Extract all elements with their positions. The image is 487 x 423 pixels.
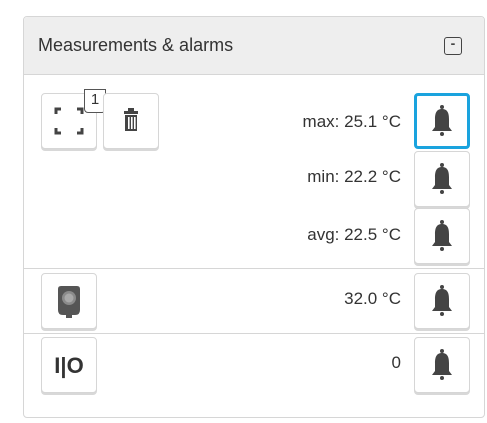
avg-alarm-button[interactable] <box>414 208 470 264</box>
collapse-button[interactable]: - <box>444 36 462 55</box>
sensor-button[interactable] <box>41 273 97 329</box>
bell-icon <box>432 349 452 380</box>
max-alarm-button[interactable] <box>414 93 470 149</box>
measurements-panel: Measurements & alarms - 1 max: 25.1 °C m… <box>23 16 485 418</box>
divider <box>24 333 484 334</box>
sensor-device-icon <box>58 286 80 318</box>
sensor-value: 32.0 °C <box>344 289 401 308</box>
min-value: min: 22.2 °C <box>307 167 401 186</box>
bell-icon <box>432 105 452 136</box>
panel-title: Measurements & alarms <box>38 35 234 55</box>
max-value: max: 25.1 °C <box>302 112 401 131</box>
panel-header: Measurements & alarms - <box>24 17 484 75</box>
digital-value: 0 <box>391 353 401 372</box>
bell-icon <box>432 220 452 251</box>
min-alarm-button[interactable] <box>414 151 470 207</box>
digital-io-button[interactable]: I|O <box>41 337 97 393</box>
divider <box>24 268 484 269</box>
bell-icon <box>432 163 452 194</box>
trash-icon <box>124 108 138 131</box>
sensor-alarm-button[interactable] <box>414 273 470 329</box>
delete-button[interactable] <box>103 93 159 149</box>
digital-alarm-button[interactable] <box>414 337 470 393</box>
avg-value: avg: 22.5 °C <box>307 225 401 244</box>
io-label: I|O <box>54 353 84 378</box>
bell-icon <box>432 285 452 316</box>
